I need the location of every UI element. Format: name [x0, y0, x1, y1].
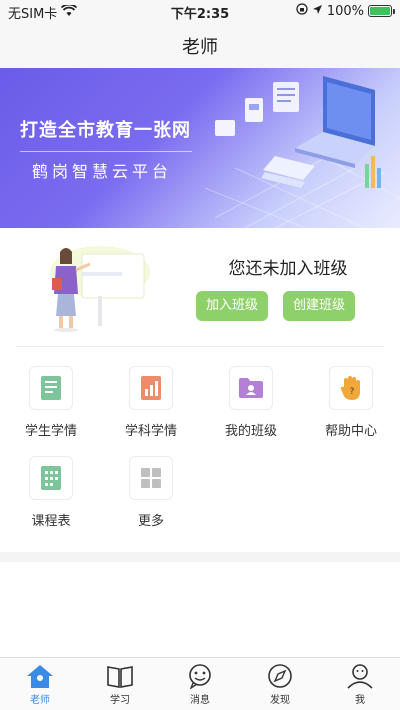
- home-icon: [27, 665, 53, 688]
- banner-carousel[interactable]: 打造全市教育一张网 鹤岗智慧云平台: [0, 68, 400, 228]
- book-icon: [107, 666, 133, 688]
- page-title: 老师: [182, 37, 218, 58]
- nav-bar: 老师: [0, 22, 400, 68]
- subject-chart-icon: [129, 366, 173, 410]
- compass-icon: [268, 664, 292, 688]
- section-separator: [0, 552, 400, 562]
- teacher-illustration: [50, 246, 150, 332]
- tab-label: 消息: [190, 695, 210, 706]
- banner-subtitle: 鹤岗智慧云平台: [32, 162, 173, 181]
- grid-item-my-class[interactable]: 我的班级: [206, 366, 296, 439]
- status-bar: 无SIM卡 下午2:35 100%: [0, 0, 400, 22]
- no-class-message: 您还未加入班级: [228, 259, 348, 279]
- student-report-icon: [29, 366, 73, 410]
- tab-messages[interactable]: 消息: [160, 663, 240, 706]
- tab-teacher[interactable]: 老师: [0, 663, 80, 706]
- grid-item-subject-report[interactable]: 学科学情: [106, 366, 196, 439]
- banner-divider: [20, 151, 192, 152]
- grid-label: 更多: [137, 514, 164, 529]
- grid-item-student-report[interactable]: 学生学情: [6, 366, 96, 439]
- tab-discover[interactable]: 发现: [240, 663, 320, 706]
- status-right: 100%: [296, 3, 395, 19]
- grid-label: 我的班级: [224, 424, 277, 439]
- profile-icon: [347, 664, 373, 689]
- create-class-button[interactable]: 创建班级: [283, 291, 355, 321]
- tab-bar: 老师 学习 消息 发现 我: [0, 657, 400, 710]
- grid-label: 学科学情: [124, 424, 177, 439]
- message-icon: [189, 664, 211, 689]
- grid-item-help-center[interactable]: ? 帮助中心: [306, 366, 396, 439]
- grid-label: 帮助中心: [324, 424, 377, 439]
- tab-label: 学习: [110, 695, 130, 706]
- schedule-icon: [29, 456, 73, 500]
- laptop-illustration: [205, 76, 400, 228]
- section-divider: [16, 346, 384, 347]
- join-class-button[interactable]: 加入班级: [196, 291, 268, 321]
- orientation-lock-icon: [296, 3, 308, 19]
- class-status-card: 您还未加入班级 加入班级 创建班级: [0, 228, 400, 346]
- tab-study[interactable]: 学习: [80, 663, 160, 706]
- tab-me[interactable]: 我: [320, 663, 400, 706]
- battery-percent: 100%: [326, 3, 364, 19]
- tab-label: 发现: [270, 695, 290, 706]
- tab-label: 我: [355, 695, 365, 706]
- grid-item-schedule[interactable]: 课程表: [6, 456, 96, 529]
- class-folder-icon: [229, 366, 273, 410]
- more-grid-icon: [129, 456, 173, 500]
- location-icon: [312, 4, 323, 19]
- grid-label: 课程表: [31, 514, 71, 529]
- grid-label: 学生学情: [24, 424, 77, 439]
- battery-fill: [370, 7, 390, 15]
- help-hand-icon: ?: [329, 366, 373, 410]
- banner-title: 打造全市教育一张网: [20, 120, 191, 141]
- svg-text:?: ?: [350, 387, 355, 397]
- tab-label: 老师: [30, 695, 50, 706]
- grid-item-more[interactable]: 更多: [106, 456, 196, 529]
- battery-icon: [368, 5, 395, 17]
